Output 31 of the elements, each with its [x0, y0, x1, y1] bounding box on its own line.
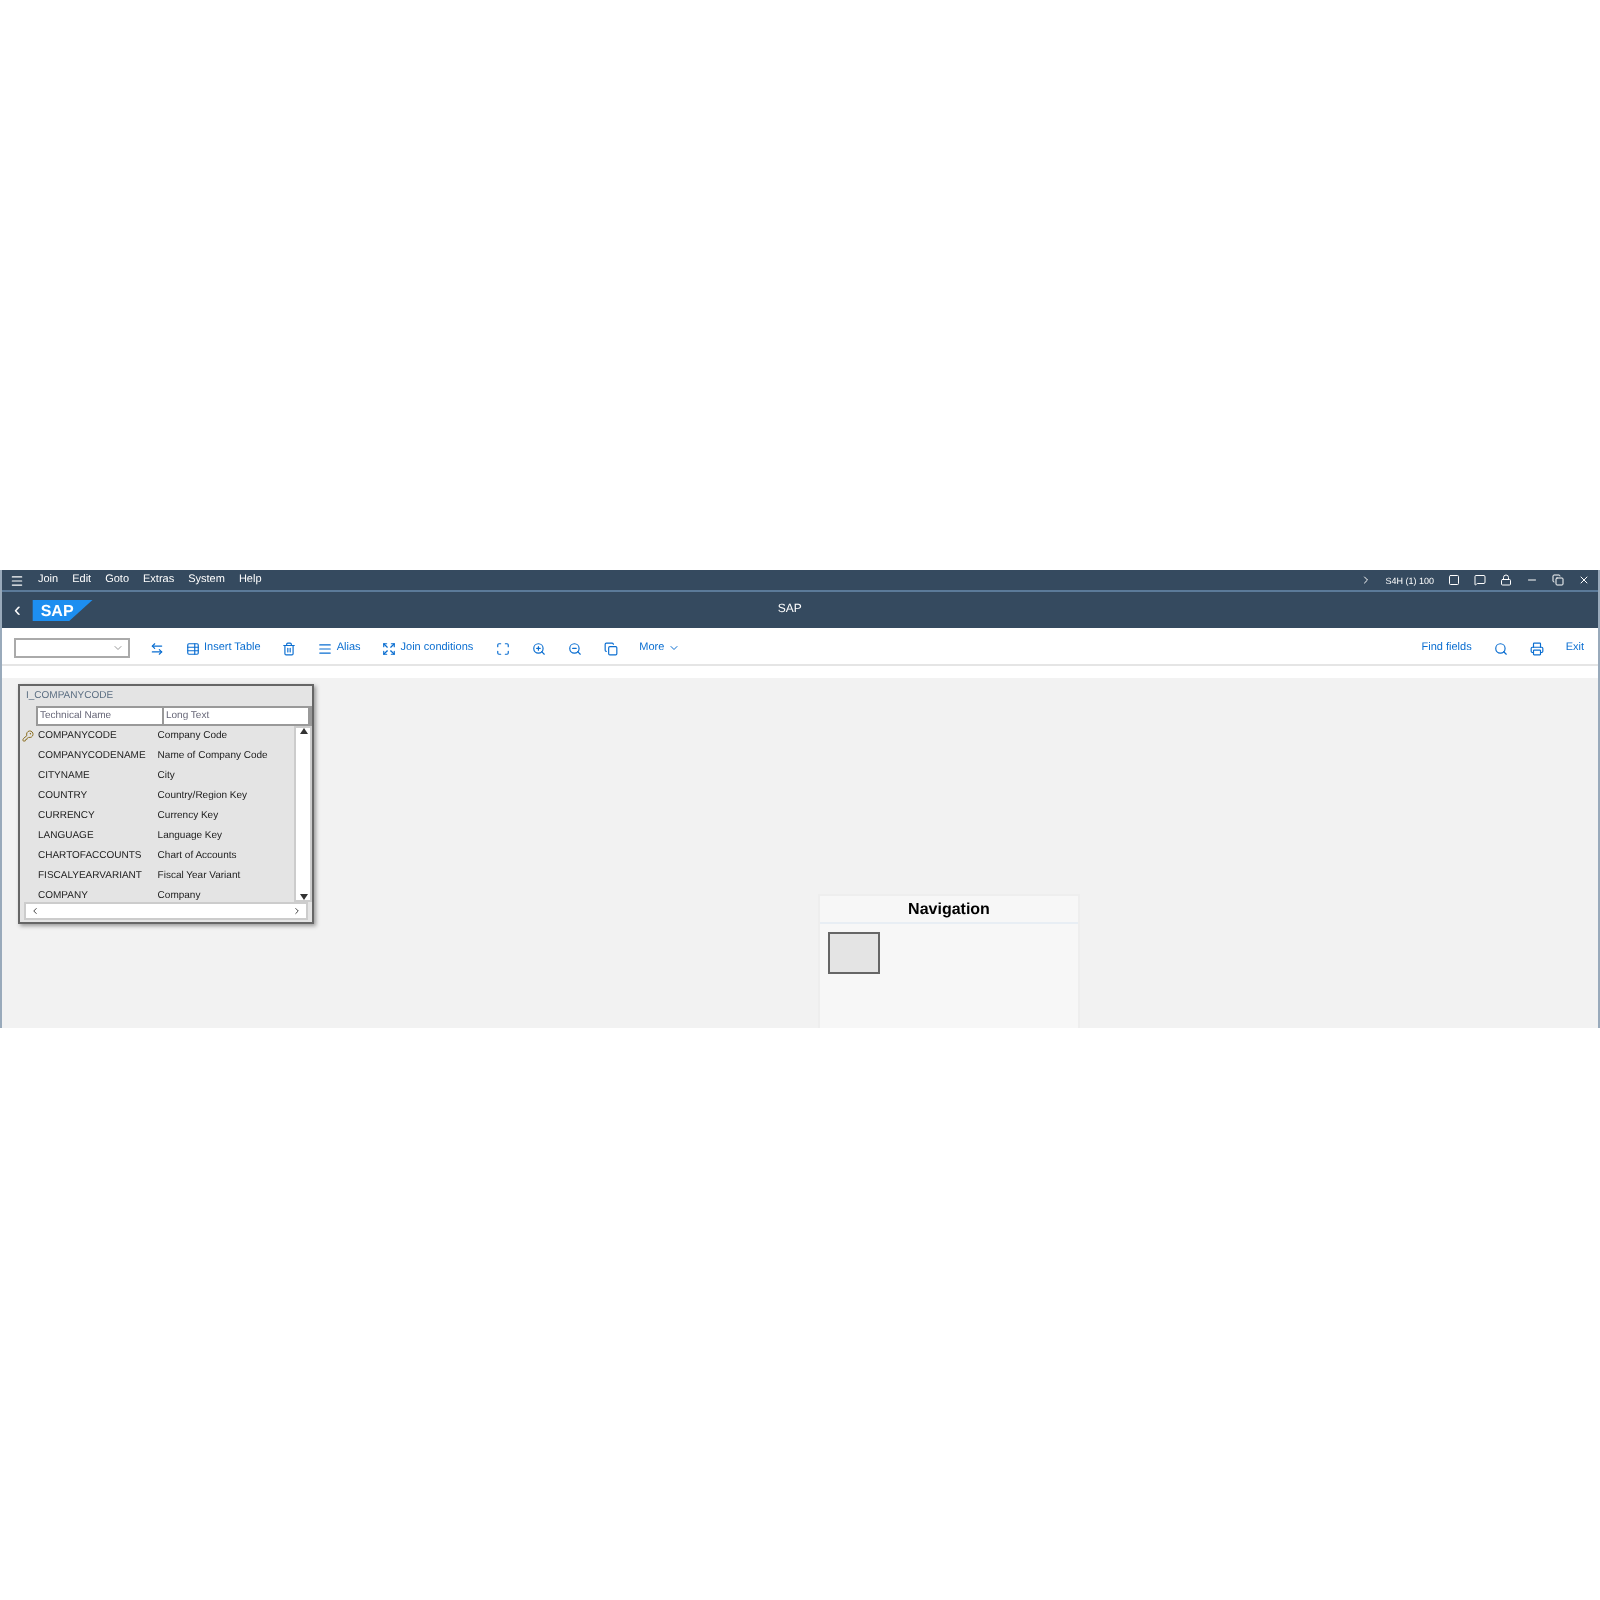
transfer-icon[interactable]: [148, 639, 166, 657]
horizontal-scrollbar[interactable]: [24, 902, 308, 920]
table-icon: [186, 641, 200, 655]
navigation-title: Navigation: [820, 896, 1078, 924]
chevron-down-icon: [668, 642, 681, 654]
back-button[interactable]: ‹: [14, 599, 21, 621]
up-arrow-icon[interactable]: [299, 728, 307, 734]
lock-icon[interactable]: [1500, 574, 1512, 586]
frame-icon[interactable]: [493, 639, 512, 657]
speech-bubble-icon[interactable]: [1474, 574, 1486, 586]
chevron-down-icon: [112, 642, 124, 654]
dropdown-field[interactable]: [14, 638, 130, 658]
table-panel[interactable]: [18, 684, 314, 924]
search-icon[interactable]: [1491, 639, 1510, 657]
logo: SAP: [32, 599, 94, 621]
vertical-scrollbar[interactable]: [294, 726, 312, 902]
viewport-frame[interactable]: [828, 932, 880, 974]
close-icon[interactable]: [1578, 574, 1590, 586]
print-icon[interactable]: [1527, 639, 1546, 657]
restore-icon[interactable]: [1552, 574, 1564, 586]
square-icon[interactable]: [1448, 574, 1460, 586]
arrows-icon: [382, 641, 397, 655]
zoom-in-icon[interactable]: [529, 639, 548, 657]
copy-icon[interactable]: [601, 639, 620, 657]
list-icon: [318, 641, 333, 655]
chevron-right-icon[interactable]: [1359, 574, 1372, 586]
trash-icon[interactable]: [280, 639, 299, 657]
zoom-out-icon[interactable]: [565, 639, 584, 657]
down-arrow-icon[interactable]: [299, 894, 307, 900]
minimize-icon[interactable]: [1526, 574, 1538, 586]
menu-icon[interactable]: [10, 573, 24, 587]
